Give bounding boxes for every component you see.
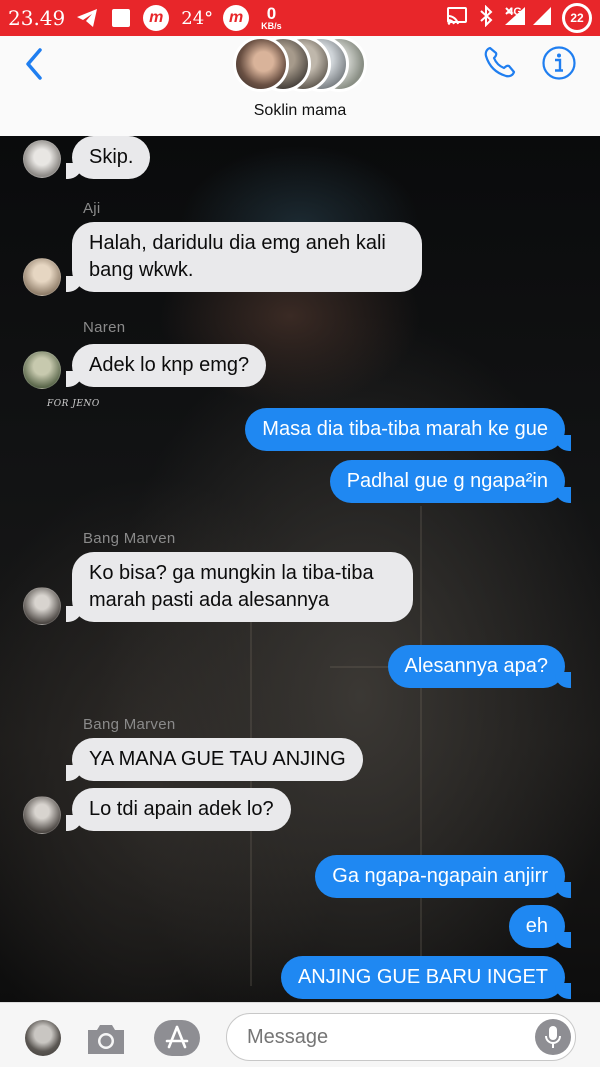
avatar[interactable]: [23, 351, 61, 389]
background-texture: [250, 586, 252, 986]
signal-icon-2: [532, 5, 552, 32]
message-bubble[interactable]: Lo tdi apain adek lo?: [66, 788, 291, 831]
sender-name: Bang Marven: [83, 716, 176, 733]
message-bubble[interactable]: Adek lo knp emg?: [65, 344, 267, 387]
message-bubble[interactable]: Skip.: [65, 136, 151, 179]
notification-square-icon: [111, 8, 131, 28]
cast-icon: [445, 6, 469, 31]
app-m-icon: m: [143, 5, 170, 31]
message-bubble[interactable]: YA MANA GUE TAU ANJING: [66, 738, 363, 781]
app-m-icon-2: m: [223, 5, 250, 31]
camera-icon[interactable]: [85, 1021, 127, 1057]
conversation-header: Soklin mama: [0, 36, 600, 136]
message-bubble[interactable]: Ko bisa? ga mungkin la tiba-tiba marah p…: [66, 552, 413, 622]
phone-icon[interactable]: [482, 44, 518, 80]
bluetooth-icon: [479, 4, 493, 32]
net-speed-unit: KB/s: [261, 21, 282, 31]
message-bubble[interactable]: Padhal gue g ngapa²in: [329, 460, 572, 503]
composer-bar: [0, 1002, 600, 1067]
message-bubble[interactable]: Halah, daridulu dia emg aneh kali bang w…: [66, 222, 422, 292]
net-speed: 0 KB/s: [261, 5, 282, 31]
battery-indicator: 22: [562, 3, 592, 33]
sender-name: Aji: [83, 200, 101, 217]
message-bubble[interactable]: Alesannya apa?: [387, 645, 572, 688]
message-input[interactable]: [226, 1013, 576, 1061]
message-list[interactable]: Skip. Aji Halah, daridulu dia emg aneh k…: [0, 136, 600, 1002]
avatar[interactable]: [23, 796, 61, 834]
app-store-icon[interactable]: [153, 1019, 201, 1057]
sender-name: Naren: [83, 319, 126, 336]
message-bubble[interactable]: Masa dia tiba-tiba marah ke gue: [245, 408, 571, 451]
avatar-caption: FOR JENO: [47, 399, 100, 409]
telegram-icon: [75, 7, 99, 29]
avatar[interactable]: [23, 258, 61, 296]
message-bubble[interactable]: Ga ngapa-ngapain anjirr: [315, 855, 571, 898]
status-time: 23.49: [8, 6, 66, 30]
group-avatar-1: [233, 36, 289, 92]
avatar[interactable]: [23, 140, 61, 178]
message-bubble[interactable]: ANJING GUE BARU INGET: [280, 956, 572, 999]
group-avatars[interactable]: [233, 36, 373, 94]
avatar[interactable]: [23, 587, 61, 625]
status-temperature: 24°: [181, 7, 214, 29]
status-bar: 23.49 m 24° m 0 KB/s 4G 22: [0, 0, 600, 36]
group-name[interactable]: Soklin mama: [0, 102, 600, 120]
sticker-avatar[interactable]: [25, 1020, 61, 1056]
microphone-icon[interactable]: [535, 1019, 571, 1055]
network-type: 4G: [507, 6, 522, 18]
sender-name: Bang Marven: [83, 530, 176, 547]
background-texture: [420, 506, 422, 986]
net-speed-value: 0: [266, 4, 277, 23]
info-icon[interactable]: [541, 45, 577, 81]
message-bubble[interactable]: eh: [508, 905, 572, 948]
back-icon[interactable]: [18, 42, 48, 82]
